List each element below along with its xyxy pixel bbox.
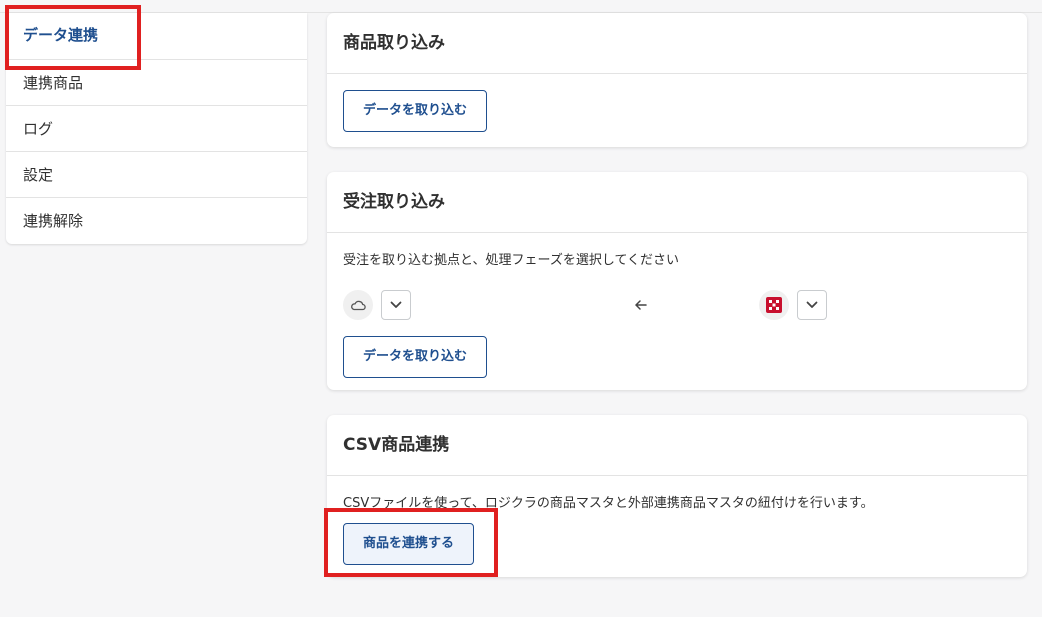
shop-logo-icon <box>759 290 789 320</box>
link-products-button[interactable]: 商品を連携する <box>343 523 475 565</box>
cloud-icon <box>343 290 373 320</box>
order-source-row <box>343 290 1011 320</box>
order-import-button[interactable]: データを取り込む <box>343 336 488 378</box>
sidebar-item-log[interactable]: ログ <box>6 106 307 152</box>
sidebar-item-settings[interactable]: 設定 <box>6 152 307 198</box>
location-select-dropdown[interactable] <box>381 290 411 320</box>
order-import-description: 受注を取り込む拠点と、処理フェーズを選択してください <box>343 253 680 268</box>
sidebar-item-linked-products[interactable]: 連携商品 <box>6 60 307 106</box>
csv-link-description: CSVファイルを使って、ロジクラの商品マスタと外部連携商品マスタの紐付けを行いま… <box>343 496 874 511</box>
sidebar-item-data-link[interactable]: データ連携 <box>6 13 307 60</box>
csv-link-title: CSV商品連携 <box>327 415 1027 476</box>
phase-select-dropdown[interactable] <box>797 290 827 320</box>
sidebar-item-unlink[interactable]: 連携解除 <box>6 198 307 244</box>
chevron-down-icon <box>390 301 402 308</box>
order-import-title: 受注取り込み <box>327 172 1027 233</box>
sidebar-nav: データ連携 連携商品 ログ 設定 連携解除 <box>6 13 307 244</box>
order-import-card: 受注取り込み 受注を取り込む拠点と、処理フェーズを選択してください データを取り… <box>327 172 1027 390</box>
csv-link-card: CSV商品連携 CSVファイルを使って、ロジクラの商品マスタと外部連携商品マスタ… <box>327 415 1027 577</box>
product-import-card: 商品取り込み データを取り込む <box>327 13 1027 147</box>
product-import-button[interactable]: データを取り込む <box>343 90 488 132</box>
chevron-down-icon <box>806 301 818 308</box>
arrow-left-icon <box>635 300 647 310</box>
product-import-title: 商品取り込み <box>327 13 1027 74</box>
